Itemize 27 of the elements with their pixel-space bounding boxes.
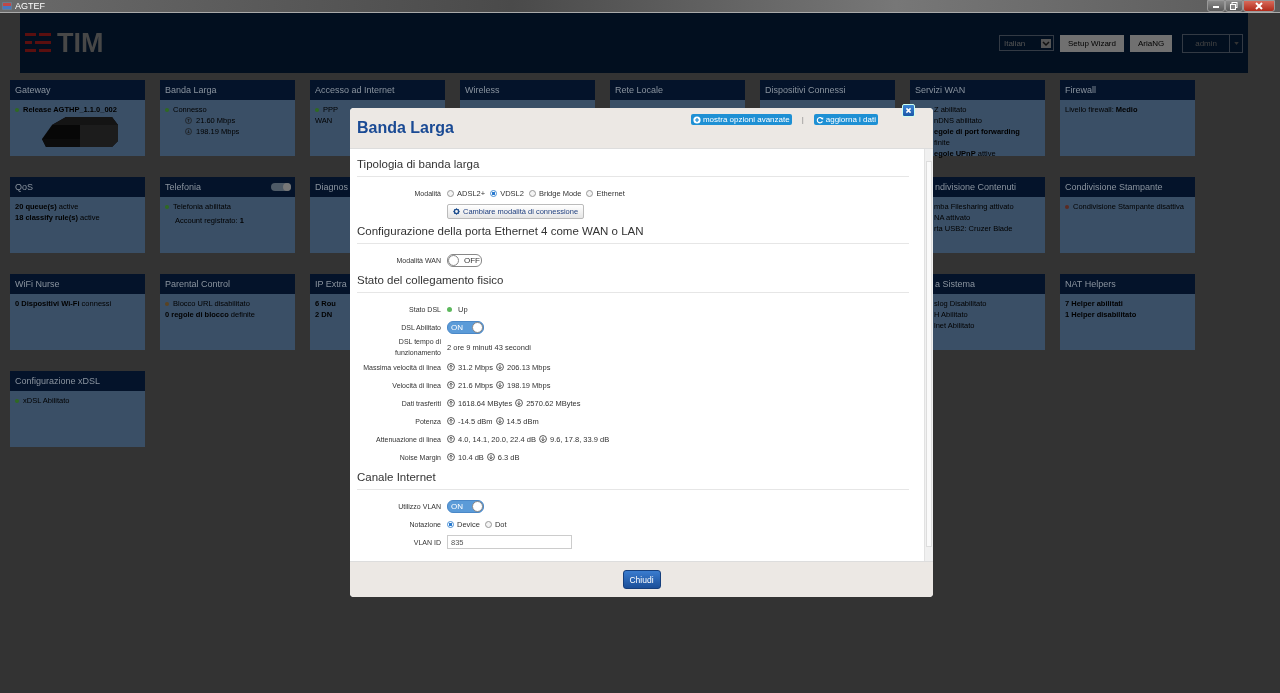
card-title: a Sistema xyxy=(935,279,976,289)
separator-text: | xyxy=(801,115,804,124)
section-title: Tipologia di banda larga xyxy=(357,157,909,177)
section-title: Stato del collegamento fisico xyxy=(357,273,909,293)
card-title: Firewall xyxy=(1065,85,1096,95)
dialog-title: Banda Larga xyxy=(357,119,454,137)
section-title: Canale Internet xyxy=(357,470,909,490)
card-title: Diagnos xyxy=(315,182,349,192)
card-title: Wireless xyxy=(465,85,500,95)
card-title: Telefonia xyxy=(165,182,202,192)
logo-text: TIM xyxy=(57,27,104,59)
section-title: Configurazione della porta Ethernet 4 come WAN o LAN xyxy=(357,224,909,244)
card-title: Configurazione xDSL xyxy=(15,376,101,386)
window-title: AGTEF xyxy=(15,1,45,11)
card-title: IP Extra xyxy=(315,279,347,289)
card-title: Gateway xyxy=(15,85,51,95)
card-title: Condivisione Stampante xyxy=(1065,182,1163,192)
card-title: QoS xyxy=(15,182,33,192)
card-title: Dispositivi Connessi xyxy=(765,85,846,95)
card-title: Parental Control xyxy=(165,279,231,289)
card-title: Servizi WAN xyxy=(915,85,966,95)
card-title: Accesso ad Internet xyxy=(315,85,395,95)
card-title: WiFi Nurse xyxy=(15,279,60,289)
card-title: NAT Helpers xyxy=(1065,279,1116,289)
card-title: Rete Locale xyxy=(615,85,664,95)
card-title: ndivisione Contenuti xyxy=(935,182,1017,192)
card-title: Banda Larga xyxy=(165,85,217,95)
